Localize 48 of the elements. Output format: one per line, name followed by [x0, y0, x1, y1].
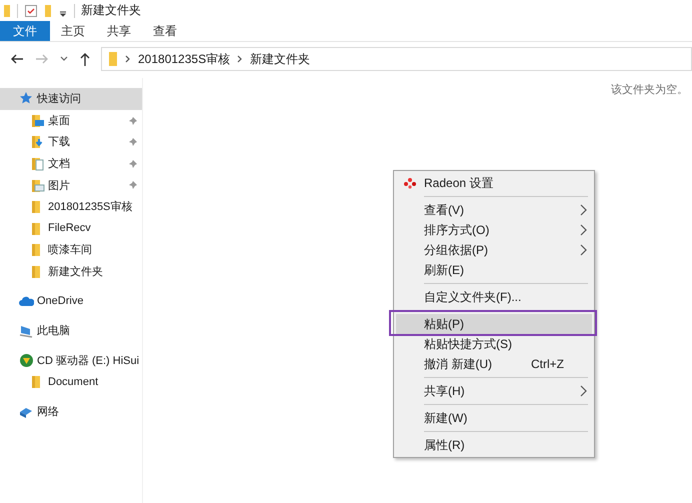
- up-arrow-icon[interactable]: [78, 51, 92, 67]
- menu-item[interactable]: 粘贴快捷方式(S): [396, 334, 592, 354]
- address-bar[interactable]: 201801235S审核 新建文件夹: [101, 47, 692, 71]
- folder-icon: [30, 112, 45, 128]
- sidebar-item[interactable]: 网络: [0, 400, 142, 422]
- menu-item[interactable]: 粘贴(P): [396, 314, 592, 334]
- menu-item[interactable]: 撤消 新建(U) Ctrl+Z: [396, 354, 592, 374]
- menu-item[interactable]: 共享(H): [396, 381, 592, 401]
- disc-icon: [19, 352, 34, 368]
- shortcut-text: Ctrl+Z: [531, 357, 564, 371]
- download-folder-icon: [30, 134, 45, 150]
- window-title: 新建文件夹: [81, 2, 141, 19]
- ribbon-tab[interactable]: 主页: [50, 21, 96, 41]
- picture-folder-icon: [30, 178, 45, 193]
- menu-item[interactable]: 刷新(E): [396, 260, 592, 280]
- properties-icon[interactable]: [24, 4, 38, 18]
- sidebar-item[interactable]: 此电脑: [0, 320, 142, 342]
- ribbon-tab[interactable]: 查看: [142, 21, 188, 41]
- sidebar-item[interactable]: 新建文件夹: [0, 260, 142, 282]
- folder-icon: [108, 51, 118, 67]
- sidebar-item[interactable]: 图片: [0, 174, 142, 196]
- sidebar-item[interactable]: CD 驱动器 (E:) HiSui: [0, 350, 142, 372]
- menu-item[interactable]: 属性(R): [396, 435, 592, 455]
- sidebar-item[interactable]: 快速访问: [0, 88, 142, 110]
- radeon-icon: [403, 177, 417, 189]
- menu-item[interactable]: 新建(W): [396, 408, 592, 428]
- menu-item[interactable]: 查看(V): [396, 200, 592, 220]
- sidebar-item[interactable]: Document: [0, 371, 142, 393]
- sidebar-item[interactable]: 201801235S审核: [0, 196, 142, 218]
- sidebar-item[interactable]: 下载: [0, 131, 142, 153]
- sidebar-item[interactable]: 桌面: [0, 110, 142, 132]
- sidebar-item[interactable]: 文档: [0, 152, 142, 174]
- star-icon: [19, 91, 34, 106]
- breadcrumb-item[interactable]: 201801235S审核: [138, 50, 230, 68]
- computer-icon: [19, 323, 34, 338]
- sidebar-item[interactable]: OneDrive: [0, 290, 142, 312]
- sidebar-item[interactable]: 喷漆车间: [0, 239, 142, 261]
- menu-item[interactable]: 自定义文件夹(F)...: [396, 287, 592, 307]
- ribbon-tab[interactable]: 文件: [0, 21, 50, 41]
- ribbon-tab[interactable]: 共享: [96, 21, 142, 41]
- menu-item[interactable]: Radeon 设置: [396, 173, 592, 193]
- breadcrumb-item[interactable]: 新建文件夹: [250, 50, 310, 68]
- folder-icon: [3, 4, 11, 18]
- document-folder-icon: [30, 156, 45, 172]
- empty-folder-message: 该文件夹为空。: [611, 82, 688, 97]
- menu-item[interactable]: 分组依据(P): [396, 240, 592, 260]
- menu-item[interactable]: 排序方式(O): [396, 220, 592, 240]
- sidebar-item[interactable]: FileRecv: [0, 218, 142, 240]
